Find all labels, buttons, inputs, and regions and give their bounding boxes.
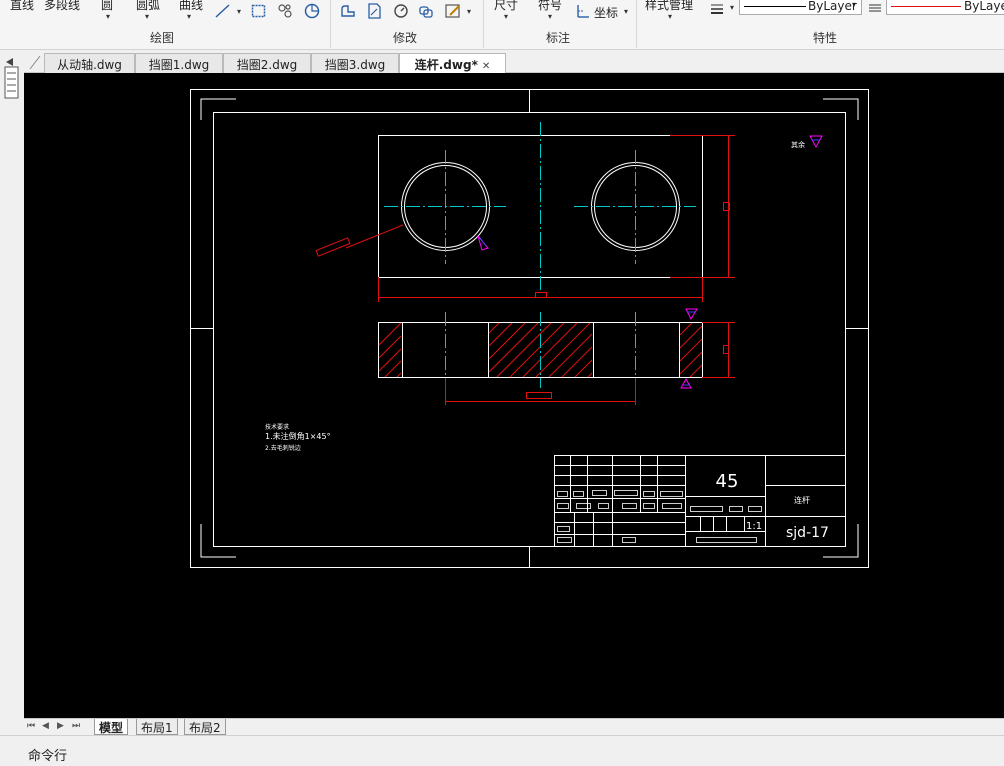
hatch-icon[interactable] <box>276 2 294 20</box>
tech-notes-title: 技术要求 <box>265 423 289 431</box>
first-layout-icon[interactable]: ⏮ <box>27 721 35 731</box>
rotate-icon[interactable] <box>392 2 410 20</box>
line-options-dropdown-icon[interactable]: ▾ <box>237 7 241 16</box>
sheet-outer-border <box>190 89 869 568</box>
group-divider <box>330 0 331 48</box>
tab-label: 从动轴.dwg <box>57 58 122 72</box>
curve-dropdown-icon[interactable]: ▾ <box>187 12 191 21</box>
tab-label: 挡圈2.dwg <box>236 58 298 72</box>
tech-notes-line-2: 2.去毛刺锐边 <box>265 444 301 452</box>
modify-dropdown-icon[interactable]: ▾ <box>467 7 471 16</box>
tab-document-active[interactable]: 连杆.dwg* ✕ <box>399 53 506 74</box>
top-view-centerlines <box>384 122 696 290</box>
next-layout-icon[interactable]: ▶ <box>57 721 64 731</box>
section-centerlines <box>445 312 636 388</box>
sheet-inner-border <box>213 112 846 547</box>
circle-dropdown-icon[interactable]: ▾ <box>106 12 110 21</box>
command-line-label: 命令行 <box>28 749 68 764</box>
tab-document-2[interactable]: 挡圈1.dwg <box>135 53 223 73</box>
title-part-name: 连杆 <box>794 495 810 505</box>
rectangle-icon[interactable] <box>250 2 268 20</box>
properties-edit-icon[interactable] <box>444 2 462 20</box>
coordinate-tool-button[interactable]: 坐标 <box>594 4 618 21</box>
title-drawing-code: sjd-17 <box>786 525 829 541</box>
section-right-bore <box>593 322 680 378</box>
section-view <box>378 308 735 405</box>
lineweight-icon[interactable] <box>708 0 726 18</box>
construction-line-icon[interactable] <box>214 2 232 20</box>
document-tab-bar: 从动轴.dwg 挡圈1.dwg 挡圈2.dwg 挡圈3.dwg 连杆.dwg* ✕ <box>24 50 1004 74</box>
line-tool-button[interactable]: 直线 <box>10 0 34 13</box>
roughness-symbol-bottom <box>680 377 692 389</box>
symbol-dropdown-icon[interactable]: ▾ <box>548 12 552 21</box>
linetype-preview <box>744 6 806 7</box>
drawing-manager-icon[interactable] <box>3 56 21 100</box>
tech-notes-line-1: 1.未注倒角1×45° <box>265 431 331 441</box>
last-layout-icon[interactable]: ⏭ <box>72 721 80 731</box>
tab-list-icon[interactable] <box>28 54 44 70</box>
arc-dropdown-icon[interactable]: ▾ <box>145 12 149 21</box>
dimension-dropdown-icon[interactable]: ▾ <box>504 12 508 21</box>
tab-label: 挡圈1.dwg <box>148 58 210 72</box>
ribbon: 直线 多段线 圆 ▾ 圆弧 ▾ 曲线 ▾ ▾ 绘图 ▾ 修改 尺寸 ▾ 符号 ▾… <box>0 0 1004 50</box>
tab-layout-1[interactable]: 布局1 <box>136 719 178 735</box>
group-divider <box>636 0 637 48</box>
layout-tab-label: 布局1 <box>141 721 173 735</box>
title-material: 45 <box>716 471 739 492</box>
stretch-icon[interactable] <box>339 2 357 20</box>
copy-icon[interactable] <box>417 2 435 20</box>
linetype-dropdown-icon: ▾ <box>852 0 857 9</box>
color-preview <box>891 6 961 7</box>
roughness-note-label: 其余 <box>791 140 805 149</box>
color-value: ByLaye <box>964 0 1004 13</box>
surface-finish-symbol <box>477 235 489 251</box>
color-select[interactable]: ByLaye <box>886 0 1004 15</box>
drawing-canvas[interactable]: 其余 技术要求 1.未注倒角1×45° 2.去毛刺锐边 45 连杆 sjd-17… <box>24 73 1004 718</box>
coordinate-dropdown-icon[interactable]: ▾ <box>624 7 628 16</box>
modify-group-title: 修改 <box>393 31 418 45</box>
roughness-symbol-top <box>685 308 698 321</box>
corner-marks <box>200 98 859 558</box>
tab-document-1[interactable]: 从动轴.dwg <box>44 53 135 73</box>
scale-icon[interactable] <box>365 2 383 20</box>
roughness-note-symbol <box>809 135 823 149</box>
linetype-value: ByLayer <box>808 0 857 13</box>
tab-label: 挡圈3.dwg <box>324 58 386 72</box>
properties-group-title: 特性 <box>813 31 838 45</box>
title-scale: 1:1 <box>746 521 762 532</box>
layout-tab-bar: ⏮ ◀ ▶ ⏭ 模型 布局1 布局2 <box>24 718 1004 735</box>
layout-tab-label: 布局2 <box>189 721 221 735</box>
prev-layout-icon[interactable]: ◀ <box>42 721 49 731</box>
draw-group-title: 绘图 <box>150 31 175 45</box>
drawing-svg: 其余 技术要求 1.未注倒角1×45° 2.去毛刺锐边 45 连杆 sjd-17… <box>190 89 869 568</box>
tab-document-4[interactable]: 挡圈3.dwg <box>311 53 399 73</box>
tab-label: 连杆.dwg* <box>414 58 478 72</box>
layout-tab-label: 模型 <box>99 721 124 735</box>
coordinate-icon[interactable] <box>574 2 592 20</box>
annotate-group-title: 标注 <box>546 31 571 45</box>
tab-layout-2[interactable]: 布局2 <box>184 719 226 735</box>
tab-document-3[interactable]: 挡圈2.dwg <box>223 53 311 73</box>
close-tab-icon[interactable]: ✕ <box>482 61 490 72</box>
group-divider <box>483 0 484 48</box>
lineweight-dropdown-icon[interactable]: ▾ <box>730 3 734 12</box>
left-tool-strip <box>0 50 24 718</box>
command-line-panel[interactable]: 命令行 <box>0 735 1004 766</box>
tab-model[interactable]: 模型 <box>94 719 129 735</box>
linetype-select[interactable]: ByLayer ▾ <box>739 0 862 15</box>
centering-marks <box>190 89 868 567</box>
polyline-tool-button[interactable]: 多段线 <box>44 0 80 13</box>
color-icon[interactable] <box>866 0 884 18</box>
region-icon[interactable] <box>303 2 321 20</box>
style-manager-dropdown-icon[interactable]: ▾ <box>668 12 672 21</box>
